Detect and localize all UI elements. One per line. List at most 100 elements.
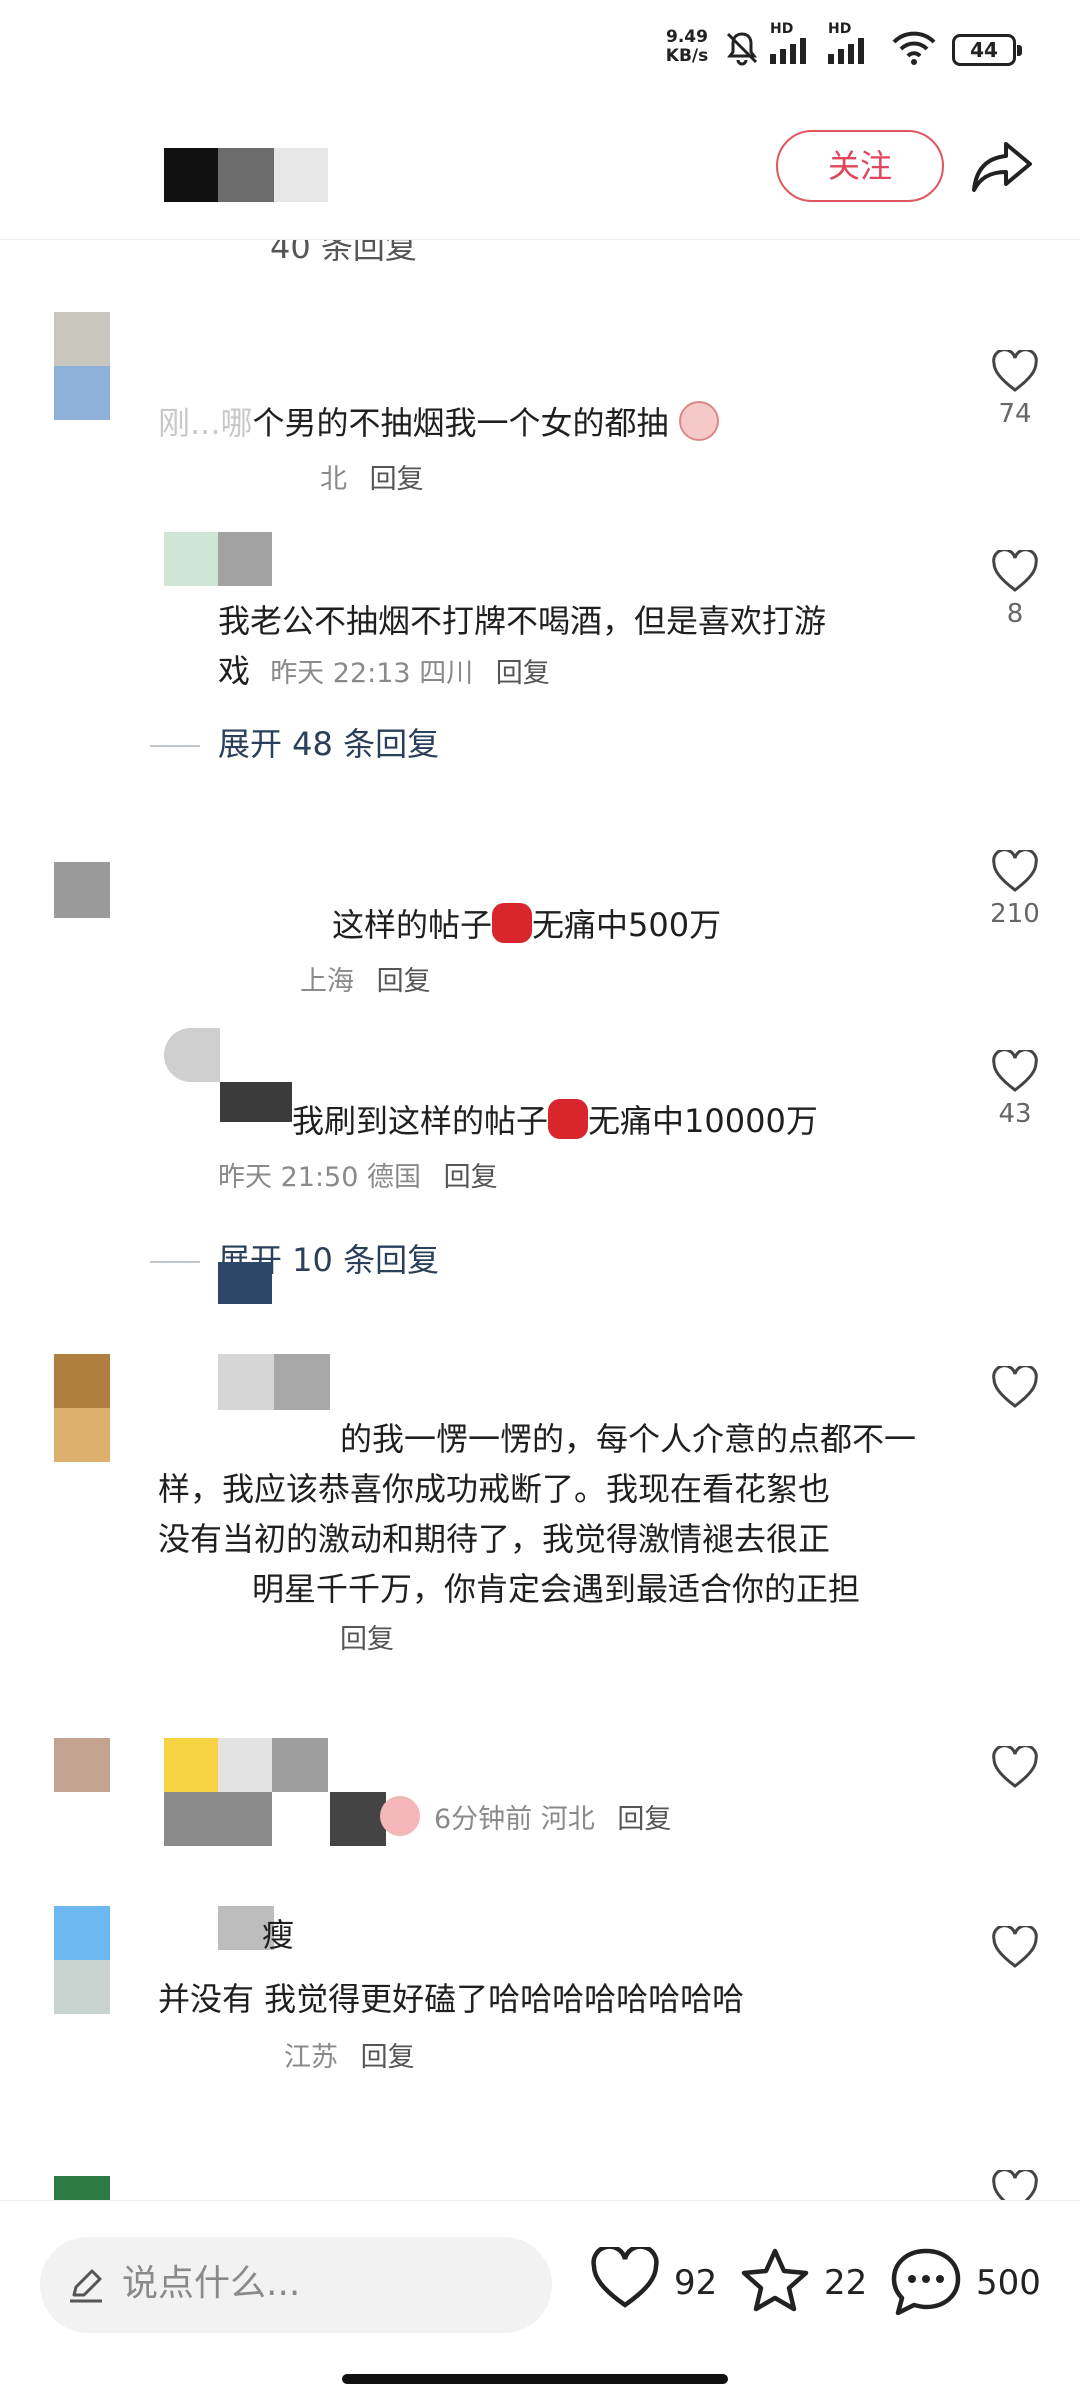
author-avatar[interactable] xyxy=(164,148,218,202)
comment-location: 上海 xyxy=(300,966,354,997)
home-indicator[interactable] xyxy=(342,2374,728,2384)
name-redaction xyxy=(218,1354,274,1410)
sub-reply-text: 我刷到这样的帖子 无痛中10000万 xyxy=(292,1096,818,1146)
comment-text: 这样的帖子 无痛中500万 xyxy=(332,900,721,950)
favorite-count: 22 xyxy=(824,2263,868,2303)
sub-reply-text-part-b: 无痛中10000万 xyxy=(588,1102,818,1140)
sub-reply-time: 昨天 22:13 xyxy=(270,658,411,689)
like-post-button[interactable]: 92 xyxy=(590,2247,720,2319)
avatar[interactable] xyxy=(54,1408,110,1462)
avatar[interactable] xyxy=(54,1738,110,1792)
share-icon[interactable] xyxy=(970,136,1034,196)
sub-reply-text-line2: 戏 昨天 22:13 四川 回复 xyxy=(218,646,550,696)
like-button[interactable] xyxy=(980,1926,1050,1970)
comment-meta: 回复 xyxy=(340,1620,394,1660)
like-button[interactable]: 8 xyxy=(980,550,1050,634)
devil-emoji-icon xyxy=(548,1099,589,1139)
like-button[interactable] xyxy=(980,1746,1050,1790)
like-count: 74 xyxy=(998,399,1032,429)
reply-button[interactable]: 回复 xyxy=(377,966,431,997)
commenter-name-tail[interactable]: 瘦 xyxy=(262,1910,294,1960)
sub-reply-meta: 昨天 22:13 四川 回复 xyxy=(270,658,550,689)
comment-text-part-b: 无痛中500万 xyxy=(532,906,722,944)
heart-icon xyxy=(992,350,1038,392)
avatar[interactable] xyxy=(54,366,110,420)
comment-text-body: 个男的不抽烟我一个女的都抽 xyxy=(252,404,669,442)
name-redaction xyxy=(220,1082,292,1122)
comment-meta: 北 回复 xyxy=(320,460,424,500)
reply-button[interactable]: 回复 xyxy=(361,2042,415,2073)
like-button[interactable]: 74 xyxy=(980,350,1050,434)
like-count: 92 xyxy=(674,2263,718,2303)
pencil-icon xyxy=(70,2269,102,2303)
pig-emoji-icon xyxy=(380,1796,420,1836)
sub-reply-meta: 昨天 21:50 德国 回复 xyxy=(218,1158,498,1198)
author-name-redaction xyxy=(274,148,328,202)
comment-meta: 6分钟前 河北 回复 xyxy=(434,1800,671,1840)
like-button[interactable] xyxy=(980,1366,1050,1410)
expand-replies-button[interactable]: 展开 10 条回复 xyxy=(150,1238,439,1282)
sub-reply-text-tail: 戏 xyxy=(218,652,251,690)
heart-icon xyxy=(992,850,1038,892)
comment-text-line3: 没有当初的激动和期待了，我觉得激情褪去很正 xyxy=(158,1520,831,1558)
reply-button[interactable]: 回复 xyxy=(340,1624,394,1655)
like-count: 210 xyxy=(990,899,1040,929)
comment-feed[interactable]: 40 条回复 刚...哪个男的不抽烟我一个女的都抽 北 回复 74 我老公不抽烟… xyxy=(0,0,1080,2400)
name-redaction xyxy=(164,1738,218,1792)
comment-text: 刚...哪个男的不抽烟我一个女的都抽 xyxy=(158,398,719,448)
comment-meta: 上海 回复 xyxy=(300,962,431,1002)
heart-icon xyxy=(591,2247,659,2308)
comment-text-line1: 的我一愣一愣的，每个人介意的点都不一 xyxy=(340,1420,917,1458)
sub-reply-location: 四川 xyxy=(419,658,474,689)
like-button[interactable]: 210 xyxy=(980,850,1050,934)
post-header: 关注 xyxy=(0,100,1080,240)
text-redaction xyxy=(330,1792,386,1846)
name-redaction xyxy=(218,1738,272,1792)
sub-reply-location: 德国 xyxy=(367,1162,421,1193)
sub-reply-text-line1: 我老公不抽烟不打牌不喝酒，但是喜欢打游 xyxy=(218,602,827,640)
comment-time: 6分钟前 xyxy=(434,1804,533,1835)
sub-avatar[interactable] xyxy=(164,1028,220,1082)
crying-emoji-icon xyxy=(678,401,719,441)
comment-bubble-icon xyxy=(891,2248,961,2316)
avatar[interactable] xyxy=(54,862,110,918)
heart-icon xyxy=(992,1366,1038,1408)
like-count: 8 xyxy=(1006,599,1024,629)
text-redaction xyxy=(164,1792,272,1846)
sub-avatar[interactable] xyxy=(218,532,272,586)
like-button[interactable]: 43 xyxy=(980,1050,1050,1134)
heart-icon xyxy=(992,1926,1038,1968)
comment-input[interactable]: 说点什么... xyxy=(40,2237,552,2333)
comment-location: 河北 xyxy=(540,1804,595,1835)
reply-button[interactable]: 回复 xyxy=(617,1804,671,1835)
follow-button[interactable]: 关注 xyxy=(776,130,944,202)
heart-icon xyxy=(992,550,1038,592)
avatar[interactable] xyxy=(54,1960,110,2014)
avatar[interactable] xyxy=(54,312,110,366)
name-redaction xyxy=(274,1354,330,1410)
comment-text-part-a: 这样的帖子 xyxy=(332,906,493,944)
bottom-action-bar: 说点什么... 92 22 500 xyxy=(0,2200,1080,2400)
sub-reply-time: 昨天 21:50 xyxy=(218,1162,359,1193)
expand-replies-button[interactable]: 展开 48 条回复 xyxy=(150,722,439,766)
comment-location: 北 xyxy=(320,464,347,495)
reply-button[interactable]: 回复 xyxy=(370,464,424,495)
comment-text-line2: 样，我应该恭喜你成功戒断了。我现在看花絮也 xyxy=(158,1470,831,1508)
comments-button[interactable]: 500 xyxy=(890,2247,1050,2319)
heart-icon xyxy=(992,1746,1038,1788)
comment-input-placeholder: 说点什么... xyxy=(122,2263,301,2304)
favorite-button[interactable]: 22 xyxy=(740,2247,870,2319)
reply-button[interactable]: 回复 xyxy=(444,1162,498,1193)
comment-text-line4: 明星千千万，你肯定会遇到最适合你的正担 xyxy=(252,1570,861,1608)
star-icon xyxy=(741,2248,809,2312)
avatar[interactable] xyxy=(54,1354,110,1408)
sub-avatar[interactable] xyxy=(164,532,218,586)
devil-emoji-icon xyxy=(492,903,533,943)
heart-icon xyxy=(992,1050,1038,1092)
comment-text: 并没有 我觉得更好磕了哈哈哈哈哈哈哈哈 xyxy=(158,1980,745,2018)
reply-button[interactable]: 回复 xyxy=(496,658,550,689)
redaction-block xyxy=(218,1262,272,1304)
comment-location: 江苏 xyxy=(284,2042,338,2073)
avatar[interactable] xyxy=(54,1906,110,1960)
sub-reply-text-part-a: 我刷到这样的帖子 xyxy=(292,1102,549,1140)
